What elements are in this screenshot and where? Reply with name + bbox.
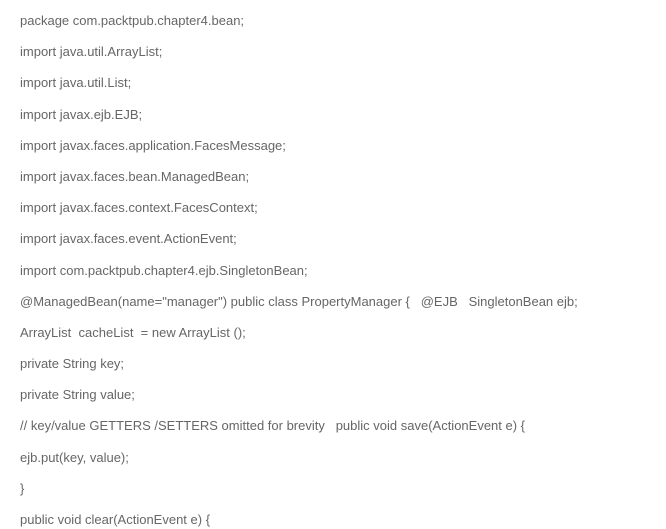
code-line: import javax.faces.event.ActionEvent; (20, 230, 646, 248)
code-line: ArrayList cacheList = new ArrayList (); (20, 324, 646, 342)
code-line: import java.util.ArrayList; (20, 43, 646, 61)
code-line: } (20, 480, 646, 498)
code-line: public void clear(ActionEvent e) { (20, 511, 646, 529)
code-line: import java.util.List; (20, 74, 646, 92)
code-line: private String value; (20, 386, 646, 404)
code-line: import javax.faces.context.FacesContext; (20, 199, 646, 217)
code-line: private String key; (20, 355, 646, 373)
code-line: import javax.faces.bean.ManagedBean; (20, 168, 646, 186)
code-line: ejb.put(key, value); (20, 449, 646, 467)
code-line: package com.packtpub.chapter4.bean; (20, 12, 646, 30)
code-line: @ManagedBean(name="manager") public clas… (20, 293, 646, 311)
code-line: // key/value GETTERS /SETTERS omitted fo… (20, 417, 646, 435)
code-line: import javax.ejb.EJB; (20, 106, 646, 124)
code-line: import com.packtpub.chapter4.ejb.Singlet… (20, 262, 646, 280)
code-block: package com.packtpub.chapter4.bean; impo… (20, 12, 646, 529)
code-line: import javax.faces.application.FacesMess… (20, 137, 646, 155)
